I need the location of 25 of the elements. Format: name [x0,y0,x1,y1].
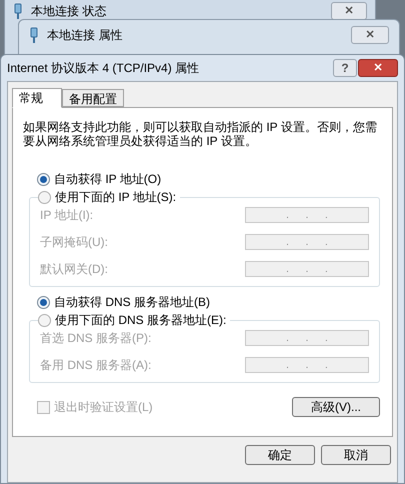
radio-label: 使用下面的 IP 地址(S): [55,189,176,206]
window-title: 本地连接 状态 [31,3,106,20]
field-label: 备用 DNS 服务器(A): [40,357,152,374]
radio-label: 自动获得 IP 地址(O) [54,171,162,188]
help-button[interactable]: ? [333,59,357,77]
field-label: 子网掩码(U): [40,234,108,251]
field-label: 首选 DNS 服务器(P): [40,330,152,347]
close-button[interactable]: ✕ [351,26,389,44]
field-label: IP 地址(I): [40,207,94,224]
description-text: 如果网络支持此功能，则可以获取自动指派的 IP 设置。否则，您需要从网络系统管理员处获得适当的 IP 设置。 [23,120,378,148]
checkbox-label: 退出时验证设置(L) [54,399,153,416]
field-label: 默认网关(D): [40,261,108,278]
window-title: 本地连接 属性 [47,27,122,44]
tab[interactable]: 常规 [12,88,62,108]
close-button[interactable]: ✕ [331,2,367,20]
window-title: Internet 协议版本 4 (TCP/IPv4) 属性 [7,60,200,77]
dialog-button[interactable]: 确定 [245,445,315,465]
advanced-button[interactable]: 高级(V)... [292,397,380,417]
radio-label: 自动获得 DNS 服务器地址(B) [54,294,210,311]
network-plug-icon [13,3,23,19]
dialog-button[interactable]: 取消 [321,445,391,465]
close-button[interactable]: ✕ [358,59,398,77]
radio-label: 使用下面的 DNS 服务器地址(E): [55,312,226,329]
tab[interactable]: 备用配置 [62,89,124,107]
network-plug-icon [29,27,39,43]
